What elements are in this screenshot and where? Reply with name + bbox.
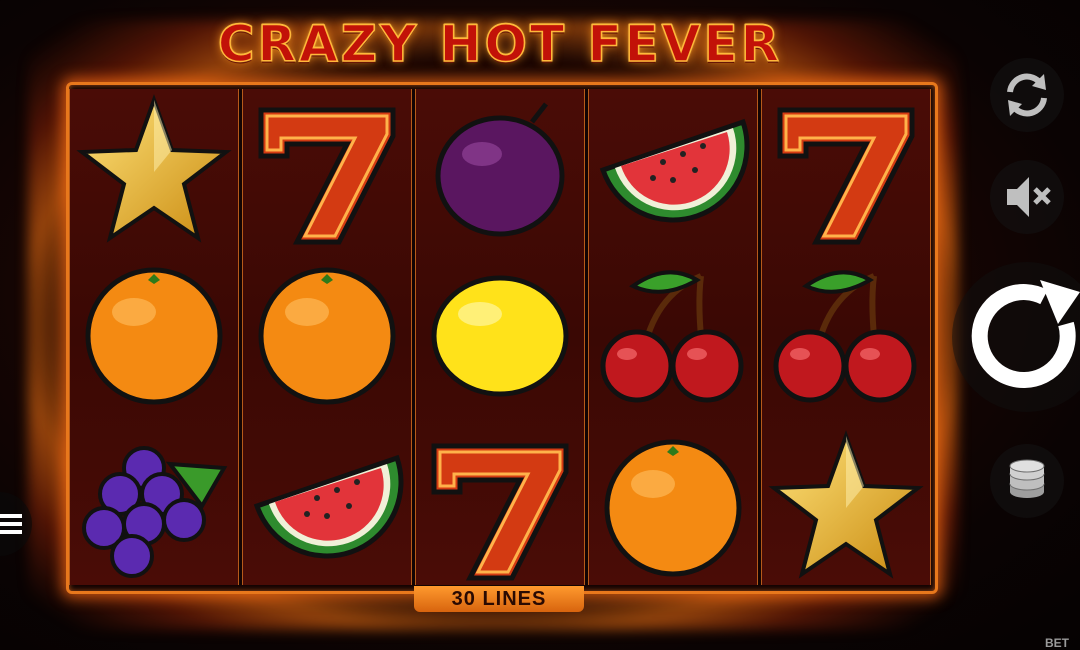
seven-symbol	[420, 428, 580, 588]
star-symbol	[74, 92, 234, 252]
spin-icon	[971, 280, 1080, 389]
lemon-symbol	[420, 256, 580, 416]
cherries-symbol	[766, 256, 926, 416]
menu-icon	[0, 514, 22, 534]
orange-symbol	[247, 256, 407, 416]
autoplay-icon	[1007, 73, 1047, 117]
bet-label: BET	[1045, 636, 1069, 650]
spin-button[interactable]	[952, 262, 1080, 412]
watermelon-symbol	[247, 428, 407, 588]
seven-symbol	[247, 92, 407, 252]
orange-symbol	[593, 428, 753, 588]
orange-symbol	[74, 256, 234, 416]
watermelon-symbol	[593, 92, 753, 252]
bet-coins-button[interactable]	[990, 444, 1064, 518]
sound-button[interactable]	[990, 160, 1064, 234]
star-symbol	[766, 428, 926, 588]
game-title: CRAZY HOT FEVER	[217, 14, 783, 74]
plum-symbol	[420, 92, 580, 252]
lines-badge: 30 LINES	[414, 586, 584, 612]
autoplay-button[interactable]	[990, 58, 1064, 132]
grapes-symbol	[74, 428, 234, 588]
cherries-symbol	[593, 256, 753, 416]
coins-icon	[1009, 459, 1045, 498]
seven-symbol	[766, 92, 926, 252]
sound-muted-icon	[1007, 177, 1051, 217]
